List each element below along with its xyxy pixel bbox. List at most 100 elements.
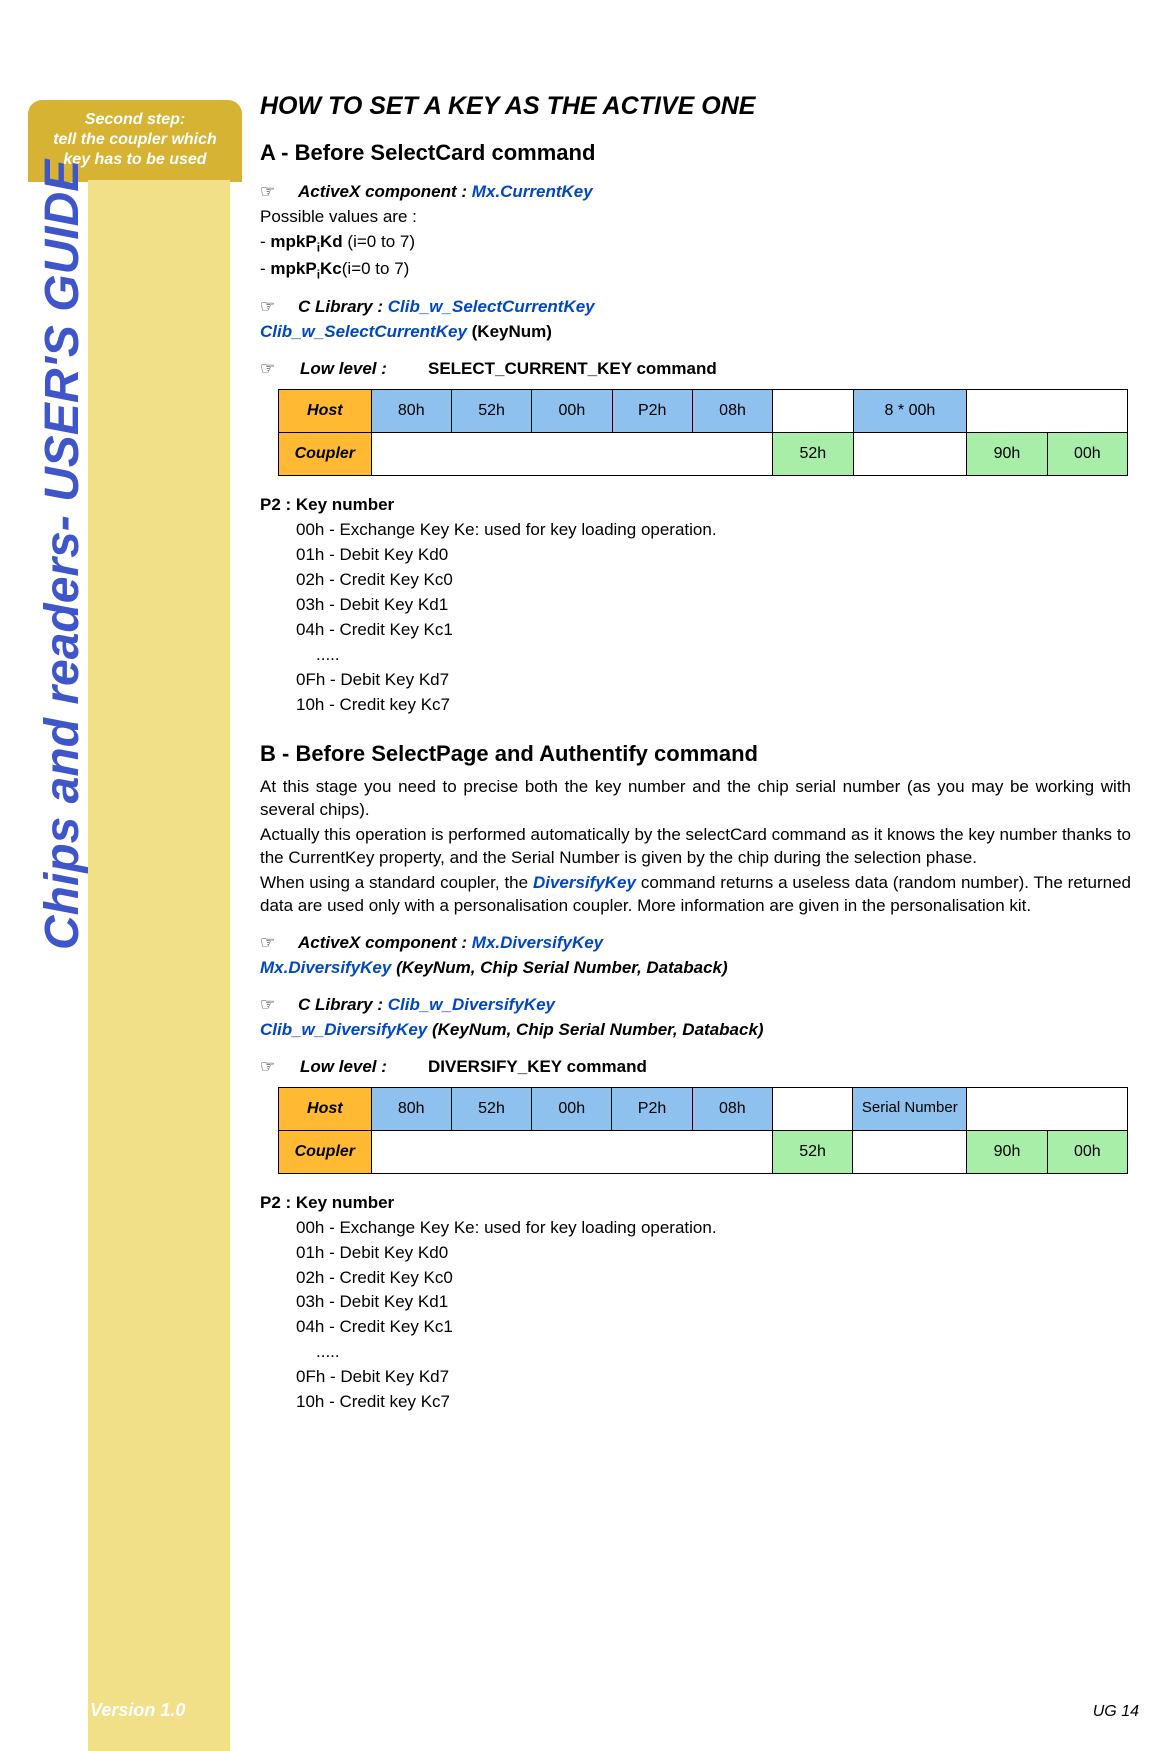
val2-line: - mpkPiKc(i=0 to 7) [260, 258, 1131, 283]
lowlevel-label: Low level : [300, 1056, 387, 1079]
host-row: Host 80h 52h 00h P2h 08h 8 * 00h [279, 390, 1128, 433]
host-cell: 00h [532, 390, 612, 433]
activex-call-line: Mx.DiversifyKey (KeyNum, Chip Serial Num… [260, 957, 1131, 980]
clib-call-name: Clib_w_DiversifyKey [260, 1020, 427, 1039]
coupler-empty [371, 433, 773, 476]
activex-value: Mx.DiversifyKey [472, 933, 603, 952]
text: Kc [320, 259, 342, 278]
p2-line: 10h - Credit key Kc7 [260, 694, 1131, 717]
text: - [260, 232, 270, 251]
sidebar: Second step: tell the coupler which key … [0, 0, 230, 1751]
b-para3: When using a standard coupler, the Diver… [260, 872, 1131, 918]
clib-call-line: Clib_w_SelectCurrentKey (KeyNum) [260, 321, 1131, 344]
clib-call-args: (KeyNum, Chip Serial Number, Databack) [427, 1020, 763, 1039]
version-label: Version 1.0 [90, 1700, 185, 1721]
host-cell: 52h [451, 390, 531, 433]
host-cell: 80h [371, 1087, 451, 1130]
p2-line: 02h - Credit Key Kc0 [260, 1267, 1131, 1290]
activex-call-name: Mx.DiversifyKey [260, 958, 391, 977]
sidebar-vertical-title: Chips and readers- USER'S GUIDE [35, 160, 90, 950]
coupler-cell: 90h [967, 1130, 1047, 1173]
p2-line: 10h - Credit key Kc7 [260, 1391, 1131, 1414]
coupler-row: Coupler 52h 90h 00h [279, 433, 1128, 476]
host-row: Host 80h 52h 00h P2h 08h Serial Number [279, 1087, 1128, 1130]
coupler-cell [853, 433, 967, 476]
p2-dots: ..... [260, 644, 1131, 667]
activex-value: Mx.CurrentKey [472, 182, 593, 201]
p2-line: 0Fh - Debit Key Kd7 [260, 669, 1131, 692]
coupler-cell: 52h [773, 433, 853, 476]
text: Kd [320, 232, 343, 251]
section-a-heading: A - Before SelectCard command [260, 138, 1131, 168]
page-title: HOW TO SET A KEY AS THE ACTIVE ONE [260, 90, 1131, 124]
clib-call-args: (KeyNum) [467, 322, 552, 341]
host-cell [773, 390, 853, 433]
host-cell: Serial Number [853, 1087, 967, 1130]
pointer-icon: ☞ [260, 358, 275, 381]
pointer-icon: ☞ [260, 1056, 275, 1079]
b-para2: Actually this operation is performed aut… [260, 824, 1131, 870]
lowlevel-b-line: ☞ Low level : DIVERSIFY_KEY command [260, 1056, 1131, 1079]
p2-line: 00h - Exchange Key Ke: used for key load… [260, 519, 1131, 542]
host-cell: 8 * 00h [853, 390, 967, 433]
coupler-cell: 90h [967, 433, 1047, 476]
p2-line: 01h - Debit Key Kd0 [260, 1242, 1131, 1265]
host-cell: 52h [451, 1087, 531, 1130]
host-cell [967, 1087, 1128, 1130]
clib-value: Clib_w_DiversifyKey [388, 995, 555, 1014]
p2-line: 00h - Exchange Key Ke: used for key load… [260, 1217, 1131, 1240]
section-b-heading: B - Before SelectPage and Authentify com… [260, 739, 1131, 769]
clib-b-line: ☞ C Library : Clib_w_DiversifyKey [260, 994, 1131, 1017]
text: mpkP [270, 259, 316, 278]
text: mpkP [270, 232, 316, 251]
content-area: HOW TO SET A KEY AS THE ACTIVE ONE A - B… [230, 0, 1151, 1751]
coupler-cell: 00h [1047, 433, 1127, 476]
text: (i=0 to 7) [343, 232, 415, 251]
p2-heading-b: P2 : Key number [260, 1192, 1131, 1215]
p2-line: 03h - Debit Key Kd1 [260, 1291, 1131, 1314]
p2-line: 03h - Debit Key Kd1 [260, 594, 1131, 617]
val1-line: - mpkPiKd (i=0 to 7) [260, 231, 1131, 256]
text: When using a standard coupler, the [260, 873, 533, 892]
lowlevel-value: SELECT_CURRENT_KEY command [428, 359, 717, 378]
activex-call-args: (KeyNum, Chip Serial Number, Databack) [391, 958, 727, 977]
possible-values-line: Possible values are : [260, 206, 1131, 229]
host-cell: 80h [371, 390, 451, 433]
coupler-row: Coupler 52h 90h 00h [279, 1130, 1128, 1173]
p2-line: 04h - Credit Key Kc1 [260, 1316, 1131, 1339]
text: - [260, 259, 270, 278]
host-cell: 00h [532, 1087, 612, 1130]
clib-value: Clib_w_SelectCurrentKey [388, 297, 595, 316]
clib-label: C Library : [298, 297, 388, 316]
diversifykey-ref: DiversifyKey [533, 873, 636, 892]
select-current-key-table: Host 80h 52h 00h P2h 08h 8 * 00h Coupler… [278, 389, 1128, 476]
text: (i=0 to 7) [342, 259, 410, 278]
activex-label: ActiveX component : [298, 182, 472, 201]
diversify-key-table: Host 80h 52h 00h P2h 08h Serial Number C… [278, 1087, 1128, 1174]
clib-a-line: ☞ C Library : Clib_w_SelectCurrentKey [260, 296, 1131, 319]
lowlevel-a-line: ☞ Low level : SELECT_CURRENT_KEY command [260, 358, 1131, 381]
clib-call-line: Clib_w_DiversifyKey (KeyNum, Chip Serial… [260, 1019, 1131, 1042]
lowlevel-label: Low level : [300, 358, 387, 381]
tab-line: Second step: [34, 110, 236, 130]
coupler-cell: 52h [772, 1130, 852, 1173]
host-cell: 08h [692, 390, 772, 433]
page-number: UG 14 [1093, 1703, 1139, 1721]
host-cell: 08h [692, 1087, 772, 1130]
pointer-icon: ☞ [260, 182, 275, 201]
host-label-cell: Host [279, 1087, 372, 1130]
p2-dots: ..... [260, 1341, 1131, 1364]
p2-line: 02h - Credit Key Kc0 [260, 569, 1131, 592]
coupler-label-cell: Coupler [279, 433, 372, 476]
pointer-icon: ☞ [260, 995, 275, 1014]
pointer-icon: ☞ [260, 933, 275, 952]
lowlevel-value: DIVERSIFY_KEY command [428, 1057, 647, 1076]
host-label-cell: Host [279, 390, 372, 433]
clib-label: C Library : [298, 995, 388, 1014]
host-cell [772, 1087, 852, 1130]
activex-b-line: ☞ ActiveX component : Mx.DiversifyKey [260, 932, 1131, 955]
page: Second step: tell the coupler which key … [0, 0, 1151, 1751]
host-cell [967, 390, 1128, 433]
activex-a-line: ☞ ActiveX component : Mx.CurrentKey [260, 181, 1131, 204]
coupler-empty [371, 1130, 772, 1173]
